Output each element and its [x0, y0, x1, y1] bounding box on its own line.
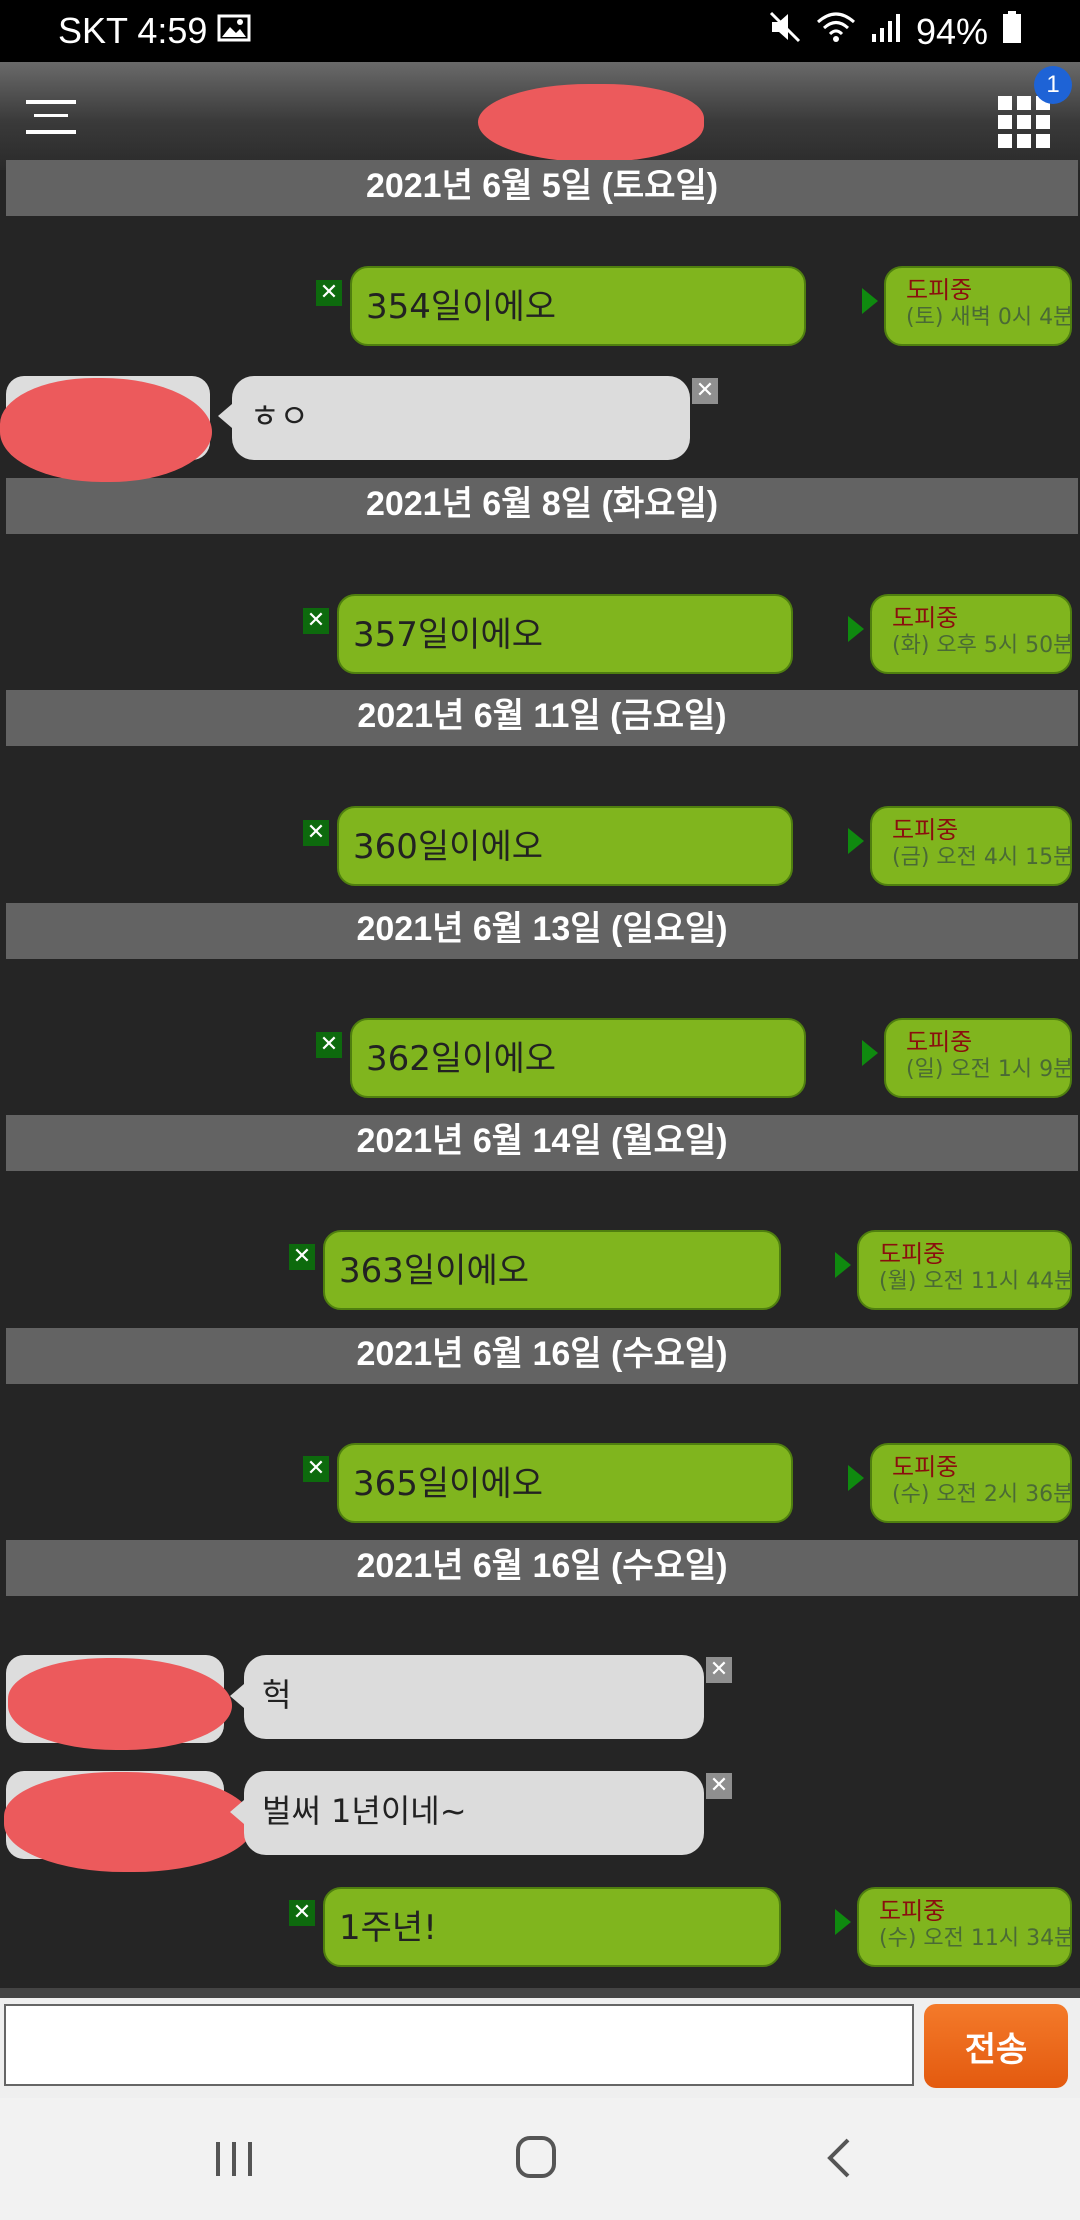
- pointer-arrow-icon: [862, 288, 878, 314]
- date-separator: 2021년 6월 13일 (일요일): [6, 903, 1078, 959]
- divider: [0, 1988, 1080, 1998]
- redacted-avatar: [4, 1772, 254, 1872]
- received-message-bubble: 헉: [244, 1655, 704, 1739]
- battery-percent: 94%: [915, 10, 988, 52]
- status-bar: SKT 4:59 94%: [0, 0, 1080, 62]
- redacted-avatar: [0, 378, 212, 482]
- message-status-card: 도피중 (일) 오전 1시 9분: [884, 1018, 1072, 1098]
- apps-grid-icon[interactable]: [998, 96, 1050, 148]
- delete-message-icon[interactable]: ✕: [706, 1657, 732, 1683]
- received-message-bubble: ㅎㅇ: [232, 376, 690, 460]
- recent-apps-icon[interactable]: [194, 2128, 274, 2188]
- message-composer: 전송: [0, 1998, 1080, 2098]
- delete-message-icon[interactable]: ✕: [303, 1456, 329, 1482]
- pointer-arrow-icon: [835, 1252, 851, 1278]
- sent-message-bubble: 360일이에오: [337, 806, 793, 886]
- date-separator: 2021년 6월 14일 (월요일): [6, 1115, 1078, 1171]
- battery-icon: [1002, 10, 1022, 53]
- status-time: (일) 오전 1시 9분: [906, 1057, 1072, 1082]
- redacted-avatar: [8, 1658, 232, 1750]
- pointer-arrow-icon: [835, 1909, 851, 1935]
- message-status-card: 도피중 (수) 오전 11시 34분: [857, 1887, 1072, 1967]
- status-label: 도피중: [879, 1240, 946, 1268]
- pointer-arrow-icon: [862, 1040, 878, 1066]
- wifi-icon: [816, 10, 856, 53]
- message-status-card: 도피중 (수) 오전 2시 36분: [870, 1443, 1072, 1523]
- status-label: 도피중: [892, 1453, 959, 1481]
- chat-header: 1: [0, 62, 1080, 170]
- status-label: 도피중: [892, 604, 959, 632]
- sent-message-bubble: 363일이에오: [323, 1230, 781, 1310]
- redacted-chat-title: [478, 84, 704, 162]
- sent-message-bubble: 1주년!: [323, 1887, 781, 1967]
- date-separator: 2021년 6월 16일 (수요일): [6, 1328, 1078, 1384]
- status-label: 도피중: [892, 816, 959, 844]
- message-input[interactable]: [4, 2004, 914, 2086]
- delete-message-icon[interactable]: ✕: [316, 280, 342, 306]
- delete-message-icon[interactable]: ✕: [289, 1900, 315, 1926]
- message-status-card: 도피중 (금) 오전 4시 15분: [870, 806, 1072, 886]
- date-separator: 2021년 6월 16일 (수요일): [6, 1540, 1078, 1596]
- image-icon: [217, 10, 251, 52]
- notification-badge: 1: [1034, 66, 1072, 104]
- pointer-arrow-icon: [848, 828, 864, 854]
- status-time: (토) 새벽 0시 4분: [906, 305, 1072, 330]
- pointer-arrow-icon: [230, 1800, 244, 1824]
- back-icon[interactable]: [800, 2128, 880, 2188]
- system-nav-bar: [0, 2098, 1080, 2220]
- menu-icon[interactable]: [26, 96, 78, 136]
- pointer-arrow-icon: [848, 616, 864, 642]
- mute-icon: [768, 10, 802, 53]
- carrier-time: SKT 4:59: [58, 10, 208, 51]
- delete-message-icon[interactable]: ✕: [706, 1773, 732, 1799]
- pointer-arrow-icon: [218, 404, 232, 428]
- status-label: 도피중: [906, 276, 973, 304]
- status-left: SKT 4:59: [58, 10, 251, 52]
- status-time: (금) 오전 4시 15분: [892, 845, 1072, 870]
- delete-message-icon[interactable]: ✕: [303, 608, 329, 634]
- sent-message-bubble: 362일이에오: [350, 1018, 806, 1098]
- delete-message-icon[interactable]: ✕: [303, 820, 329, 846]
- sent-message-bubble: 365일이에오: [337, 1443, 793, 1523]
- status-right: 94%: [768, 10, 1022, 53]
- pointer-arrow-icon: [230, 1684, 244, 1708]
- status-time: (월) 오전 11시 44분: [879, 1269, 1072, 1294]
- send-button[interactable]: 전송: [924, 2004, 1068, 2088]
- pointer-arrow-icon: [848, 1465, 864, 1491]
- message-status-card: 도피중 (토) 새벽 0시 4분: [884, 266, 1072, 346]
- message-status-card: 도피중 (월) 오전 11시 44분: [857, 1230, 1072, 1310]
- date-separator: 2021년 6월 11일 (금요일): [6, 690, 1078, 746]
- status-time: (수) 오전 11시 34분: [879, 1926, 1072, 1951]
- date-separator: 2021년 6월 8일 (화요일): [6, 478, 1078, 534]
- sent-message-bubble: 354일이에오: [350, 266, 806, 346]
- status-label: 도피중: [906, 1028, 973, 1056]
- signal-icon: [870, 11, 902, 53]
- sent-message-bubble: 357일이에오: [337, 594, 793, 674]
- status-label: 도피중: [879, 1897, 946, 1925]
- delete-message-icon[interactable]: ✕: [316, 1032, 342, 1058]
- delete-message-icon[interactable]: ✕: [692, 378, 718, 404]
- home-icon[interactable]: [496, 2128, 576, 2188]
- date-separator: 2021년 6월 5일 (토요일): [6, 160, 1078, 216]
- delete-message-icon[interactable]: ✕: [289, 1244, 315, 1270]
- received-message-bubble: 벌써 1년이네~: [244, 1771, 704, 1855]
- status-time: (화) 오후 5시 50분: [892, 633, 1072, 658]
- status-time: (수) 오전 2시 36분: [892, 1482, 1072, 1507]
- message-status-card: 도피중 (화) 오후 5시 50분: [870, 594, 1072, 674]
